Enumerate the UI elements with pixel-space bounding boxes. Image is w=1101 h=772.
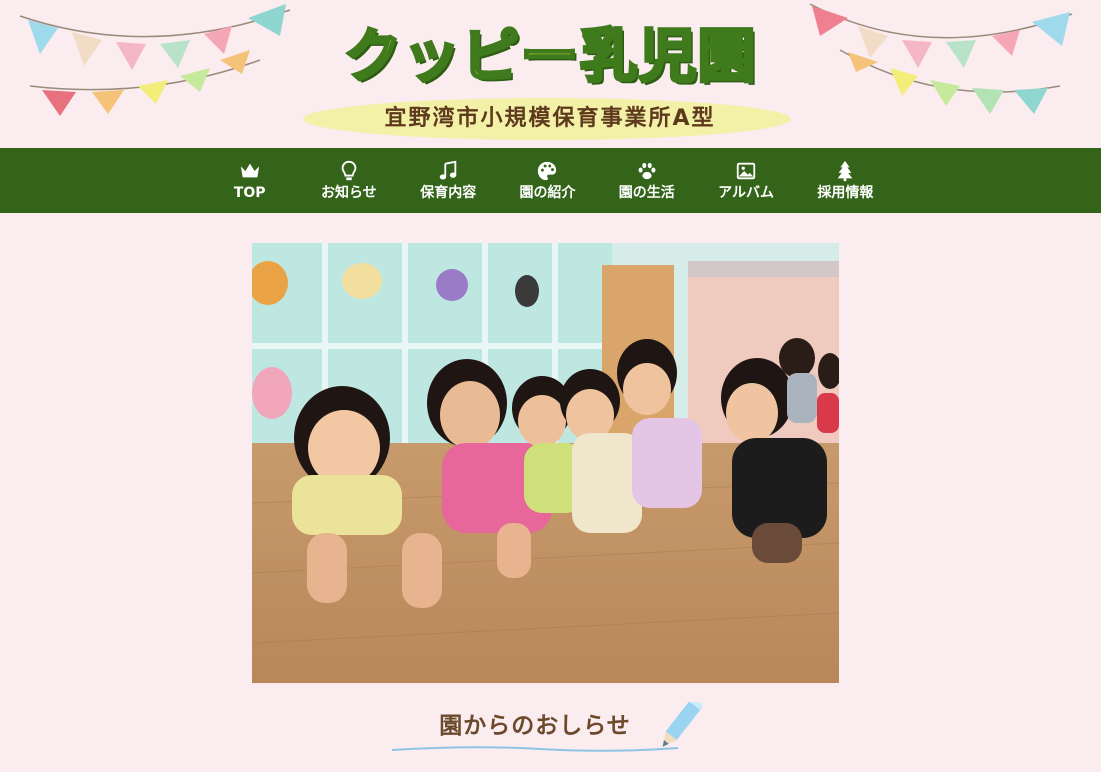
bunting-left-decoration <box>19 4 291 116</box>
nav-item-daily-life[interactable]: 園の生活 <box>597 148 696 213</box>
nav-item-label: 園の紹介 <box>519 184 576 201</box>
nav-item-album[interactable]: アルバム <box>696 148 795 213</box>
nav-item-top[interactable]: TOP <box>200 148 299 213</box>
nav-item-news[interactable]: お知らせ <box>299 148 398 213</box>
crown-icon <box>240 163 259 177</box>
nav-item-label: 園の生活 <box>618 184 675 201</box>
nav-item-label: TOP <box>233 184 266 201</box>
palette-icon <box>538 161 557 180</box>
lightbulb-icon <box>341 160 357 180</box>
hero-photo-children <box>252 243 839 683</box>
nav-item-about[interactable]: 園の紹介 <box>498 148 597 213</box>
logo-title: クッピー乳児園 <box>342 21 757 92</box>
tree-icon <box>837 160 853 181</box>
nav-item-label: 保育内容 <box>420 184 477 201</box>
paw-icon <box>638 162 656 179</box>
site-logo[interactable]: クッピー乳児園 宜野湾市小規模保育事業所A型 <box>300 14 800 144</box>
nav-item-childcare[interactable]: 保育内容 <box>399 148 498 213</box>
nav-item-label: お知らせ <box>321 184 377 201</box>
logo-subtitle: 宜野湾市小規模保育事業所A型 <box>384 106 716 131</box>
heading-underline-decoration <box>391 746 679 752</box>
global-nav-items: TOP お知らせ 保育内容 園の紹介 園の生活 アルバム 採用情報 <box>200 148 895 213</box>
news-section-header: 園からのおしらせ <box>390 700 710 760</box>
site-header: クッピー乳児園 宜野湾市小規模保育事業所A型 <box>0 0 1101 148</box>
nav-item-label: アルバム <box>718 184 774 201</box>
image-icon <box>736 162 756 179</box>
news-heading-title: 園からのおしらせ <box>439 713 631 739</box>
pencil-icon <box>662 702 702 747</box>
global-nav: TOP お知らせ 保育内容 園の紹介 園の生活 アルバム 採用情報 <box>0 148 1101 213</box>
bunting-right-decoration <box>809 3 1073 114</box>
nav-item-recruit[interactable]: 採用情報 <box>796 148 895 213</box>
nav-item-label: 採用情報 <box>817 184 874 201</box>
music-note-icon <box>439 160 457 180</box>
